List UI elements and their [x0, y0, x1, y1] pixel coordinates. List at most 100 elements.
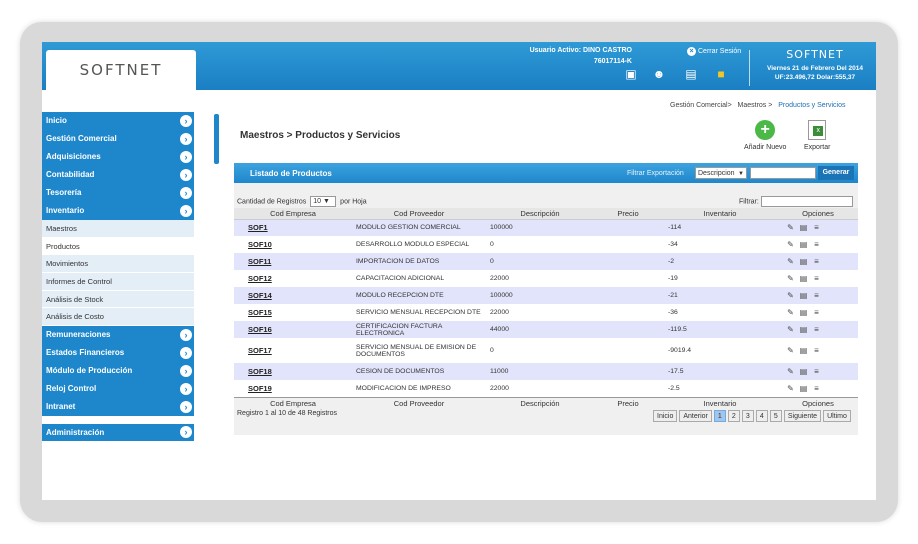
edit-icon[interactable]: ✎ — [786, 257, 795, 266]
document-icon[interactable]: ▤ — [799, 257, 808, 266]
logo[interactable]: SOFTNET — [46, 50, 196, 90]
sidebar-item-gestion-comercial[interactable]: Gestión Comercial › — [42, 130, 194, 148]
sidebar-item-estados-financieros[interactable]: Estados Financieros › — [42, 344, 194, 362]
page-button-5[interactable]: 5 — [769, 410, 782, 422]
prev-page-button[interactable]: Anterior — [679, 410, 712, 422]
export-button[interactable]: x Exportar — [804, 120, 830, 151]
sidebar-toggle[interactable] — [214, 114, 219, 164]
product-code-link[interactable]: SOF10 — [234, 236, 352, 253]
edit-icon[interactable]: ✎ — [786, 325, 795, 334]
cell-precio — [594, 236, 662, 253]
product-code-link[interactable]: SOF17 — [234, 338, 352, 363]
list-icon[interactable]: ≡ — [812, 367, 821, 376]
product-code-link[interactable]: SOF12 — [234, 270, 352, 287]
column-header-inventario[interactable]: Inventario — [662, 208, 778, 220]
page-button-4[interactable]: 4 — [755, 410, 768, 422]
first-page-button[interactable]: Inicio — [653, 410, 678, 422]
document-icon[interactable]: ▤ — [799, 346, 808, 355]
page-button-2[interactable]: 2 — [727, 410, 740, 422]
list-icon[interactable]: ≡ — [812, 384, 821, 393]
list-icon[interactable]: ≡ — [812, 240, 821, 249]
page-button-1[interactable]: 1 — [713, 410, 726, 422]
list-icon[interactable]: ≡ — [812, 257, 821, 266]
page-button-3[interactable]: 3 — [741, 410, 754, 422]
next-page-button[interactable]: Siguiente — [783, 410, 822, 422]
search-input[interactable] — [760, 196, 853, 207]
sidebar-subitem-analisis-costo[interactable]: Análisis de Costo — [42, 308, 194, 327]
cell-precio — [594, 363, 662, 380]
document-icon[interactable]: ▤ — [799, 384, 808, 393]
brand-name: SOFTNET — [786, 48, 844, 61]
document-icon[interactable]: ▤ — [799, 291, 808, 300]
edit-icon[interactable]: ✎ — [786, 308, 795, 317]
contacts-icon[interactable]: ▣ — [622, 66, 640, 82]
users-icon[interactable]: ☻ — [650, 66, 668, 82]
product-code-link[interactable]: SOF15 — [234, 304, 352, 321]
list-icon[interactable]: ≡ — [812, 325, 821, 334]
filter-export-select[interactable]: Descripcion ▼ — [695, 167, 747, 179]
sidebar-item-inventario[interactable]: Inventario › — [42, 202, 194, 220]
column-header-descripcion[interactable]: Descripción — [486, 208, 594, 220]
breadcrumb-maestros[interactable]: Maestros > — [738, 102, 773, 109]
app-screen: SOFTNET Usuario Activo: DINO CASTRO 7601… — [42, 42, 876, 500]
sidebar-item-reloj-control[interactable]: Reloj Control › — [42, 380, 194, 398]
footer-inventario: Inventario — [662, 396, 778, 409]
product-code-link[interactable]: SOF18 — [234, 363, 352, 380]
document-icon[interactable]: ▤ — [799, 308, 808, 317]
export-label: Exportar — [804, 144, 831, 151]
column-header-precio[interactable]: Precio — [594, 208, 662, 220]
document-icon[interactable]: ▤ — [799, 367, 808, 376]
cell-inventario: -17.5 — [662, 363, 778, 380]
document-icon[interactable]: ▤ — [799, 325, 808, 334]
last-page-button[interactable]: Ultimo — [823, 410, 851, 422]
column-header-cod-empresa[interactable]: Cod Empresa — [234, 208, 352, 220]
list-icon[interactable]: ≡ — [812, 346, 821, 355]
sidebar-subitem-movimientos[interactable]: Movimientos — [42, 255, 194, 274]
list-icon[interactable]: ≡ — [812, 223, 821, 232]
column-header-opciones[interactable]: Opciones — [778, 208, 858, 220]
product-code-link[interactable]: SOF11 — [234, 253, 352, 270]
sidebar-item-administracion[interactable]: Administración › — [42, 423, 194, 442]
document-icon[interactable]: ▤ — [799, 223, 808, 232]
edit-icon[interactable]: ✎ — [786, 367, 795, 376]
sidebar-item-contabilidad[interactable]: Contabilidad › — [42, 166, 194, 184]
list-icon[interactable]: ≡ — [812, 291, 821, 300]
product-code-link[interactable]: SOF19 — [234, 380, 352, 397]
sidebar-item-tesoreria[interactable]: Tesorería › — [42, 184, 194, 202]
documents-icon[interactable]: ▤ — [682, 66, 700, 82]
sidebar-subitem-maestros[interactable]: Maestros — [42, 220, 194, 238]
sidebar-subitem-informes-control[interactable]: Informes de Control — [42, 273, 194, 291]
breadcrumb-gestion[interactable]: Gestión Comercial> — [670, 102, 732, 109]
sidebar-subitem-analisis-stock[interactable]: Análisis de Stock — [42, 290, 194, 309]
document-icon[interactable]: ▤ — [799, 240, 808, 249]
cell-opciones: ✎ ▤ ≡ — [778, 363, 858, 380]
cell-descripcion: 22000 — [486, 380, 594, 397]
column-header-cod-proveedor[interactable]: Cod Proveedor — [352, 208, 486, 220]
edit-icon[interactable]: ✎ — [786, 223, 795, 232]
sidebar-item-adquisiciones[interactable]: Adquisiciones › — [42, 148, 194, 166]
edit-icon[interactable]: ✎ — [786, 274, 795, 283]
sidebar-item-inicio[interactable]: Inicio › — [42, 112, 194, 130]
sidebar-item-modulo-produccion[interactable]: Módulo de Producción › — [42, 362, 194, 380]
edit-icon[interactable]: ✎ — [786, 384, 795, 393]
dropdown-arrow-icon: ▼ — [738, 171, 744, 177]
edit-icon[interactable]: ✎ — [786, 346, 795, 355]
list-icon[interactable]: ≡ — [812, 274, 821, 283]
sidebar-subitem-productos[interactable]: Productos — [42, 237, 194, 256]
logout-link[interactable]: × Cerrar Sesión — [687, 47, 741, 56]
product-code-link[interactable]: SOF1 — [234, 219, 352, 236]
edit-icon[interactable]: ✎ — [786, 291, 795, 300]
document-icon[interactable]: ▤ — [799, 274, 808, 283]
filter-export-input[interactable] — [750, 167, 816, 179]
generate-button[interactable]: Generar — [818, 166, 854, 180]
product-code-link[interactable]: SOF16 — [234, 321, 352, 338]
sidebar-item-remuneraciones[interactable]: Remuneraciones › — [42, 326, 194, 344]
edit-icon[interactable]: ✎ — [786, 240, 795, 249]
page-length-select[interactable]: 10 ▼ — [310, 196, 337, 207]
add-new-button[interactable]: + Añadir Nuevo — [744, 120, 786, 151]
list-icon[interactable]: ≡ — [812, 308, 821, 317]
folder-icon[interactable]: ■ — [712, 66, 730, 82]
chevron-right-icon: › — [180, 364, 192, 377]
sidebar-item-intranet[interactable]: Intranet › — [42, 398, 194, 416]
product-code-link[interactable]: SOF14 — [234, 287, 352, 304]
